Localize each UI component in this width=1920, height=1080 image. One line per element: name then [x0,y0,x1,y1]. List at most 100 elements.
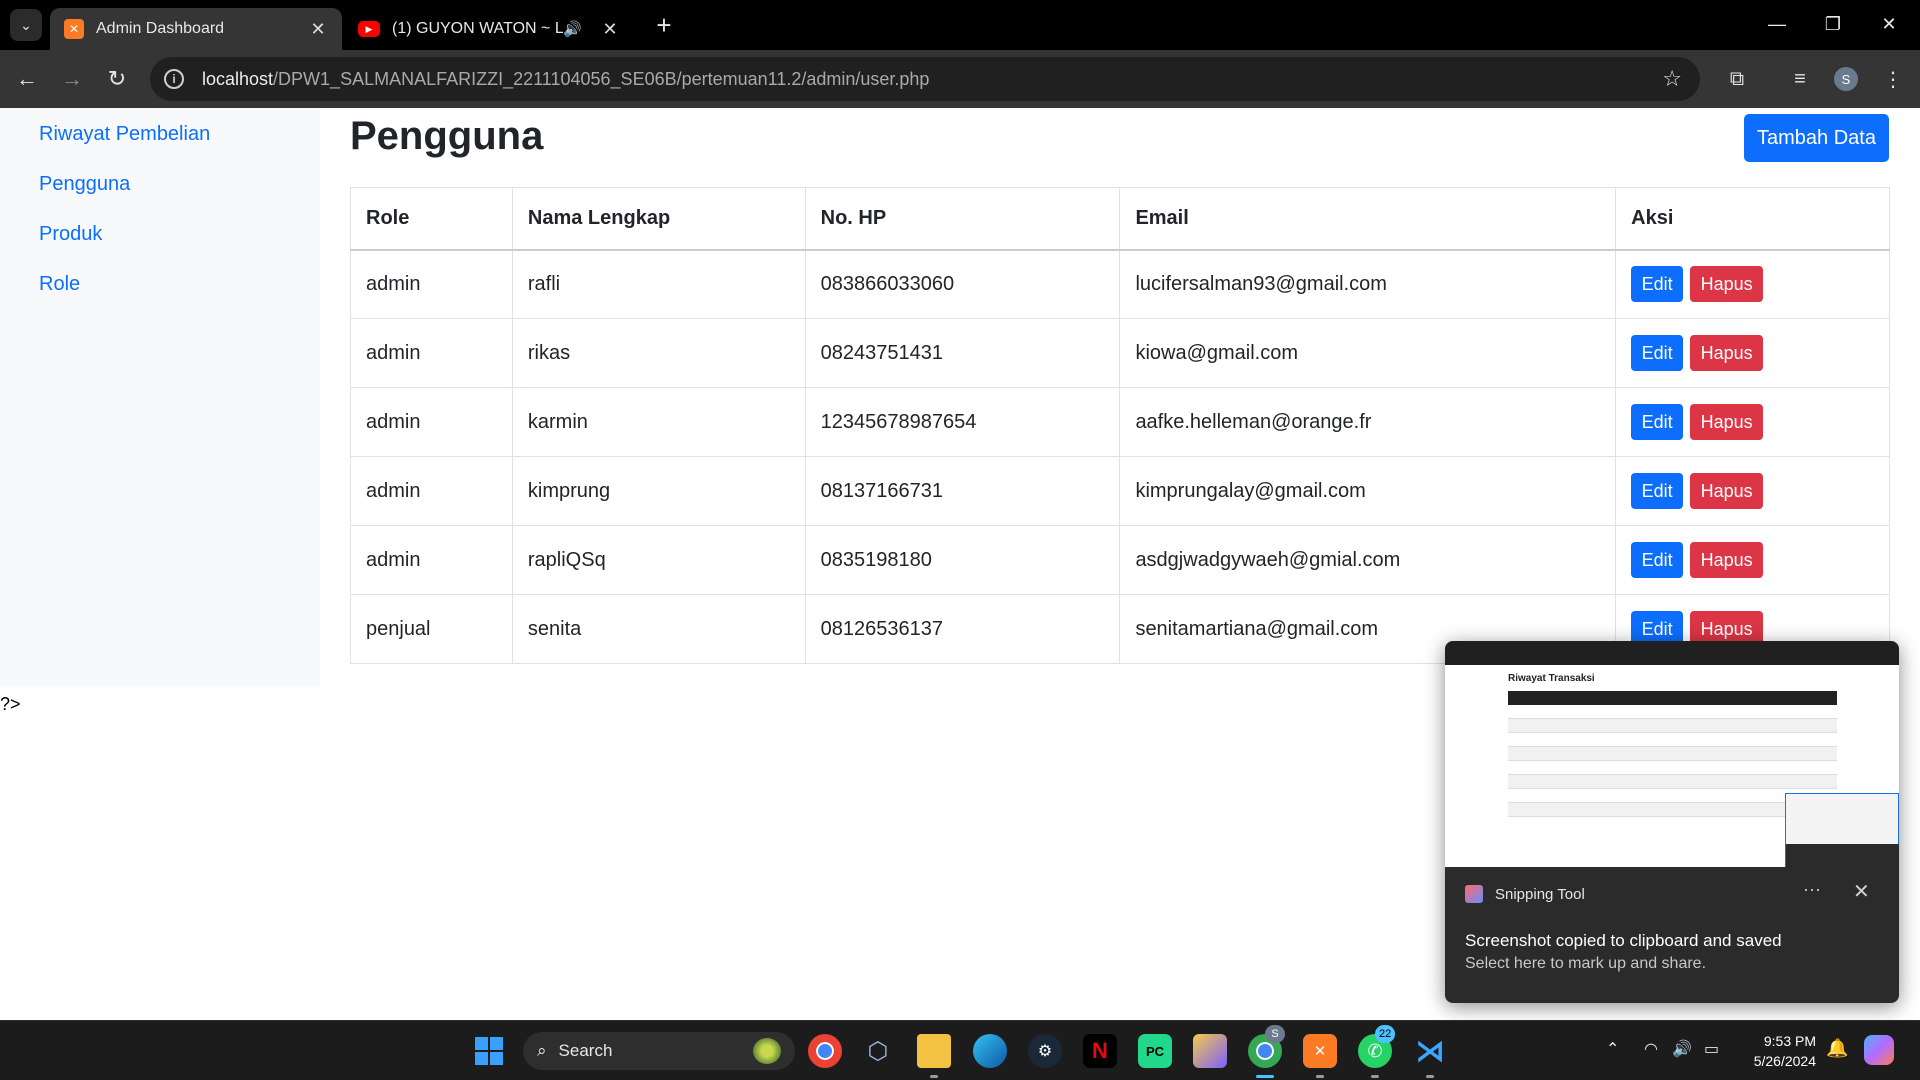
windows-start-icon[interactable] [475,1037,503,1065]
thumbnail-nested-screenshot [1785,793,1899,868]
snipping-tool-icon [1465,885,1483,903]
url-text[interactable]: localhost/DPW1_SALMANALFARIZZI_221110405… [202,69,929,90]
add-data-button[interactable]: Tambah Data [1744,114,1889,162]
site-info-icon[interactable]: i [164,69,184,89]
tab-youtube[interactable]: ▶ (1) GUYON WATON ~ LAGU 🔊 ✕ [344,8,634,50]
thumbnail-nested-toast [1786,844,1899,868]
clock-date: 5/26/2024 [1753,1053,1816,1069]
reload-button[interactable]: ↻ [100,62,134,96]
tab-admin-dashboard[interactable]: ✕ Admin Dashboard ✕ [50,8,342,50]
close-window-button[interactable]: ✕ [1866,8,1912,40]
taskbar: ⌕ Search ⬡ ⚙ N PC S ✕ ✆ 22 ⋊ ⌃ ◠ 🔊 ▭ 9:5… [0,1020,1920,1080]
tab-title: (1) GUYON WATON ~ LAGU [392,20,564,37]
close-tab-icon[interactable]: ✕ [600,19,620,40]
browser-toolbar: ← → ↻ i localhost/DPW1_SALMANALFARIZZI_2… [0,50,1920,108]
search-icon: ⌕ [537,1041,547,1060]
extensions-icon[interactable]: ⧉ [1720,62,1754,96]
cell-role: admin [350,387,513,457]
edit-button[interactable]: Edit [1631,335,1684,371]
profile-avatar[interactable]: S [1834,67,1858,91]
speaker-icon[interactable]: 🔊 [563,20,582,38]
sidebar-item-role[interactable]: Role [39,273,80,296]
cell-role: admin [350,318,513,388]
stray-php-tag: ?> [0,694,21,714]
edit-button[interactable]: Edit [1631,473,1684,509]
tab-search-chevron-icon[interactable]: ⌄ [10,9,42,41]
virtualbox-icon[interactable]: ⬡ [861,1034,895,1068]
wifi-icon[interactable]: ◠ [1644,1039,1658,1059]
sidebar-item-riwayat-pembelian[interactable]: Riwayat Pembelian [39,123,210,146]
youtube-icon: ▶ [358,21,380,37]
cell-name: kimprung [511,456,806,526]
edge-icon[interactable] [973,1034,1007,1068]
sidebar-item-produk[interactable]: Produk [39,223,102,246]
pycharm-icon[interactable]: PC [1138,1034,1172,1068]
sidebar-item-pengguna[interactable]: Pengguna [39,173,130,196]
toast-app-name: Snipping Tool [1495,885,1585,903]
cell-phone: 0835198180 [804,525,1121,595]
cell-email: kiowa@gmail.com [1119,318,1617,388]
delete-button[interactable]: Hapus [1690,335,1764,371]
running-indicator [1426,1075,1434,1078]
edit-button[interactable]: Edit [1631,266,1684,303]
column-header-aksi: Aksi [1615,187,1890,251]
table-row: admin rapliQSq 0835198180 asdgjwadgywaeh… [350,525,1890,595]
media-controls-icon[interactable]: ≡ [1783,62,1817,96]
cell-actions: Edit Hapus [1615,318,1890,388]
delete-button[interactable]: Hapus [1690,473,1764,509]
running-indicator [1371,1075,1379,1078]
snipping-tool-notification[interactable]: Riwayat Transaksi Snipping Tool ··· ✕ Sc… [1445,641,1899,1003]
delete-button[interactable]: Hapus [1690,542,1764,578]
file-explorer-icon[interactable] [917,1034,951,1068]
cell-role: admin [350,525,513,595]
edit-button[interactable]: Edit [1631,404,1684,440]
running-indicator-active [1256,1075,1274,1078]
forward-button[interactable]: → [55,62,89,96]
toast-sub-message: Select here to mark up and share. [1465,955,1707,972]
cell-role: admin [350,456,513,526]
volume-icon[interactable]: 🔊 [1672,1039,1692,1059]
close-tab-icon[interactable]: ✕ [308,19,328,40]
bookmark-star-icon[interactable]: ☆ [1662,66,1682,92]
menu-kebab-icon[interactable]: ⋮ [1876,62,1910,96]
close-icon[interactable]: ✕ [1853,879,1870,904]
search-highlight-icon [753,1038,781,1064]
url-host: localhost [202,68,274,89]
delete-button[interactable]: Hapus [1690,404,1764,440]
taskbar-clock[interactable]: 9:53 PM 5/26/2024 [1742,1031,1816,1071]
cube-app-icon[interactable] [1193,1034,1227,1068]
thumbnail-table-row [1508,775,1837,789]
more-options-icon[interactable]: ··· [1803,879,1821,900]
battery-icon[interactable]: ▭ [1704,1039,1719,1059]
vscode-icon[interactable]: ⋊ [1413,1034,1447,1068]
chevron-up-icon[interactable]: ⌃ [1606,1039,1619,1059]
new-tab-button[interactable]: + [648,9,680,41]
xampp-icon: ✕ [64,19,84,39]
back-button[interactable]: ← [10,62,44,96]
copilot-icon[interactable] [1864,1035,1894,1065]
cell-name: senita [511,594,806,664]
chrome-profile-badge: S [1265,1025,1285,1043]
edit-button[interactable]: Edit [1631,542,1684,578]
cell-actions: Edit Hapus [1615,525,1890,595]
cell-actions: Edit Hapus [1615,456,1890,526]
column-header-role: Role [350,187,513,251]
address-bar[interactable]: i localhost/DPW1_SALMANALFARIZZI_2211104… [150,57,1700,101]
taskbar-search[interactable]: ⌕ Search [523,1032,795,1070]
cell-name: rikas [511,318,806,388]
notification-bell-icon[interactable]: 🔔 [1826,1038,1848,1059]
delete-button[interactable]: Hapus [1690,266,1764,303]
cell-actions: Edit Hapus [1615,387,1890,457]
users-table: Role Nama Lengkap No. HP Email Aksi admi… [350,187,1890,664]
url-path: /DPW1_SALMANALFARIZZI_2211104056_SE06B/p… [273,68,930,89]
cell-name: rafli [511,249,806,319]
thumbnail-table-row [1508,747,1837,761]
toast-app-header: Snipping Tool [1465,885,1585,903]
xampp-taskbar-icon[interactable]: ✕ [1303,1034,1337,1068]
minimize-button[interactable]: — [1754,8,1800,40]
steam-icon[interactable]: ⚙ [1028,1034,1062,1068]
restore-button[interactable]: ❐ [1810,8,1856,40]
screenshot-thumbnail[interactable]: Riwayat Transaksi [1445,641,1899,868]
netflix-icon[interactable]: N [1083,1034,1117,1068]
chrome-icon[interactable] [808,1034,842,1068]
